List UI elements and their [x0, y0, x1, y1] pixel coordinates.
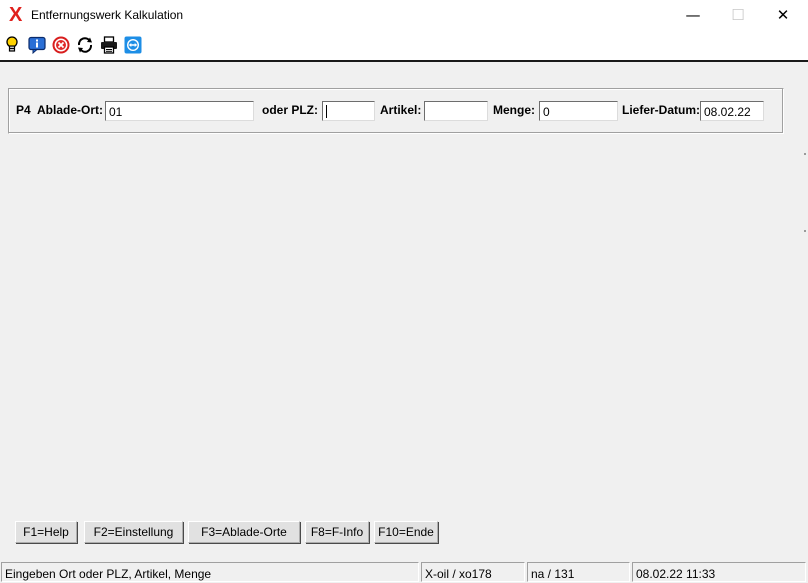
- f3-ablade-orte-button[interactable]: F3=Ablade-Orte: [188, 521, 300, 543]
- print-icon[interactable]: [100, 36, 118, 54]
- toolbar-separator: [0, 60, 808, 62]
- artikel-input[interactable]: [424, 101, 488, 121]
- status-system: X-oil / xo178: [421, 562, 525, 582]
- scroll-edge-mark: [804, 230, 806, 232]
- cancel-icon[interactable]: [52, 36, 70, 54]
- f10-ende-button[interactable]: F10=Ende: [374, 521, 438, 543]
- scroll-edge-mark: [804, 153, 806, 155]
- ablade-ort-input[interactable]: 01: [105, 101, 254, 121]
- app-logo-icon: X: [9, 4, 23, 26]
- close-button[interactable]: ✕: [760, 0, 806, 30]
- lightbulb-icon[interactable]: [4, 36, 22, 54]
- menge-label: Menge:: [493, 103, 535, 117]
- plz-input[interactable]: [322, 101, 375, 121]
- liefer-datum-input[interactable]: 08.02.22: [700, 101, 764, 121]
- menge-input[interactable]: 0: [539, 101, 618, 121]
- minimize-button[interactable]: —: [670, 0, 716, 30]
- toolbar: [0, 30, 808, 60]
- artikel-label: Artikel:: [380, 103, 422, 117]
- f2-einstellung-button[interactable]: F2=Einstellung: [84, 521, 183, 543]
- ablade-ort-label: Ablade-Ort:: [37, 103, 103, 117]
- liefer-datum-label: Liefer-Datum:: [622, 103, 701, 117]
- refresh-icon[interactable]: [76, 36, 94, 54]
- status-datetime: 08.02.22 11:33: [632, 562, 806, 582]
- teamviewer-icon[interactable]: [124, 36, 142, 54]
- f8-info-button[interactable]: F8=F-Info: [305, 521, 369, 543]
- plz-label: oder PLZ:: [262, 103, 318, 117]
- status-message: Eingeben Ort oder PLZ, Artikel, Menge: [1, 562, 419, 582]
- status-user: na / 131: [527, 562, 630, 582]
- window-title: Entfernungswerk Kalkulation: [31, 8, 184, 22]
- info-icon[interactable]: [28, 36, 46, 54]
- title-bar: X Entfernungswerk Kalkulation — ☐ ✕: [0, 0, 808, 30]
- panel-prefix-label: P4: [16, 103, 31, 117]
- maximize-button[interactable]: ☐: [715, 0, 761, 30]
- f1-help-button[interactable]: F1=Help: [15, 521, 77, 543]
